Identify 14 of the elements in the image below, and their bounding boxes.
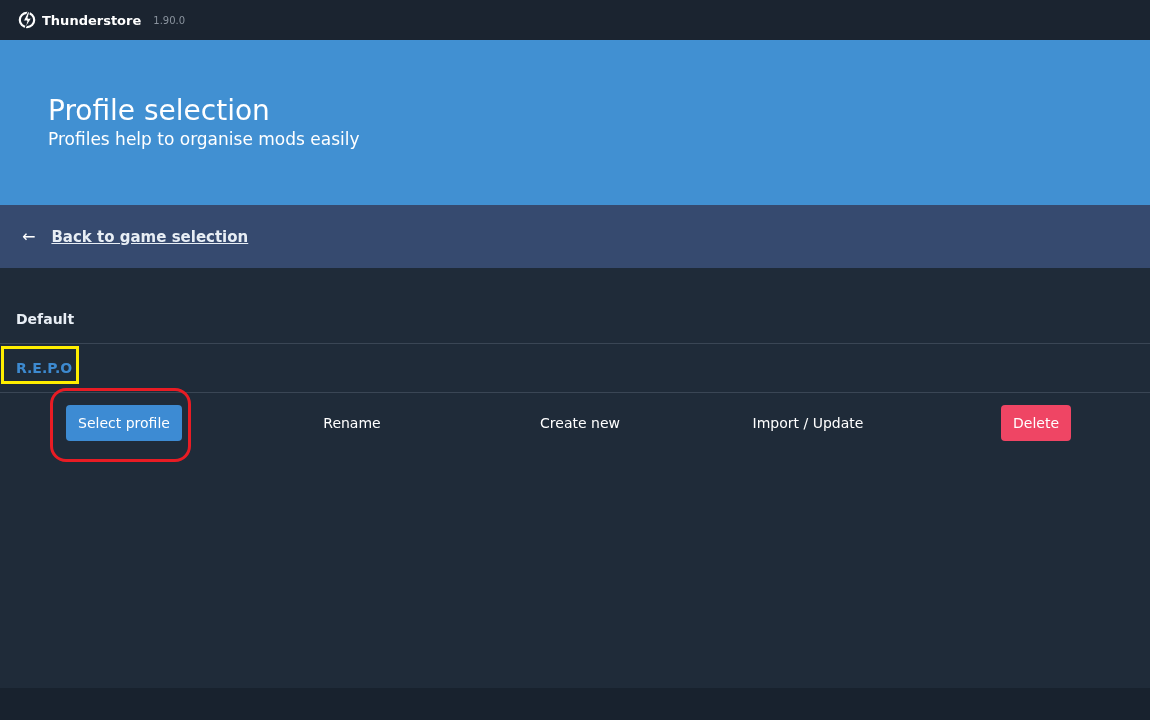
page-title: Profile selection	[48, 94, 271, 127]
page-subtitle: Profiles help to organise mods easily	[48, 129, 361, 149]
profile-item[interactable]: R.E.P.O	[16, 360, 73, 376]
action-button[interactable]: Import / Update	[740, 405, 876, 441]
action-button[interactable]: Select profile	[66, 405, 182, 441]
delete-button[interactable]: Delete	[1001, 405, 1071, 441]
app-version: 1.90.0	[153, 14, 186, 26]
lightning-logo-icon	[18, 11, 36, 29]
profile-item[interactable]: Default	[16, 311, 75, 327]
app-title: Thunderstore	[42, 12, 142, 28]
action-button[interactable]: Create new	[528, 405, 632, 441]
back-link[interactable]: Back to game selection	[51, 227, 249, 246]
action-button[interactable]: Rename	[311, 405, 393, 441]
back-arrow-icon[interactable]: ←	[22, 227, 36, 246]
